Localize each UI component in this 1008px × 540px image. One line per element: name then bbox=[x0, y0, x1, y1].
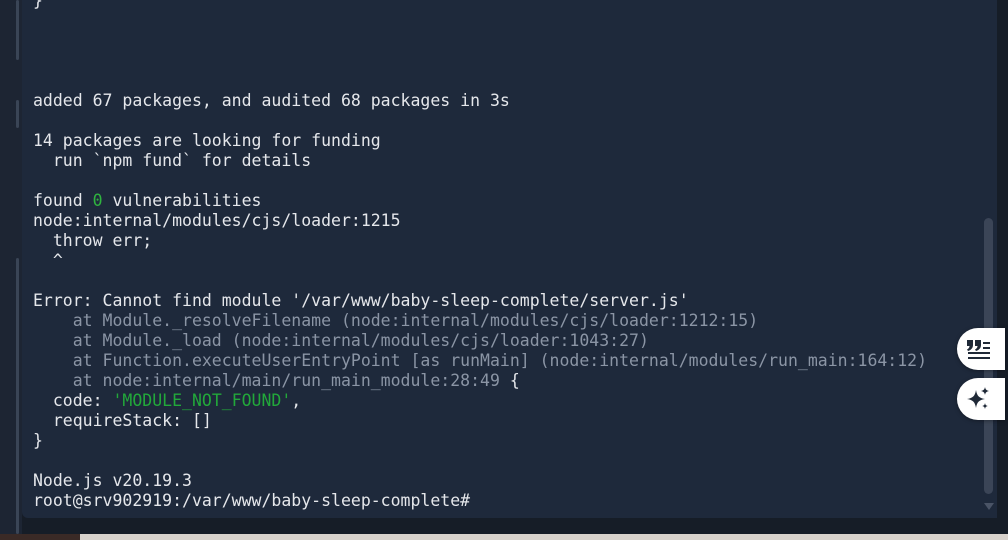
terminal-text: vulnerabilities bbox=[102, 191, 262, 210]
reader-mode-icon bbox=[967, 340, 990, 359]
terminal-text: found bbox=[33, 191, 93, 210]
shell-prompt: root@srv902919:/var/www/baby-sleep-compl… bbox=[33, 491, 471, 510]
terminal-line: Node.js v20.19.3 bbox=[33, 471, 192, 490]
terminal-line: } bbox=[33, 431, 43, 450]
taskbar-edge-dark bbox=[0, 534, 80, 540]
scroll-down-arrow-icon[interactable] bbox=[984, 503, 994, 510]
ai-sparkle-icon bbox=[967, 387, 989, 409]
terminal-line: throw err; bbox=[33, 231, 153, 250]
gutter-mark bbox=[16, 0, 19, 60]
terminal-line: 14 packages are looking for funding bbox=[33, 131, 381, 150]
terminal-line: ^ bbox=[33, 251, 63, 270]
vulnerability-count: 0 bbox=[92, 191, 103, 210]
reader-mode-button[interactable] bbox=[957, 328, 1005, 370]
stack-trace-line: at node:internal/main/run_main_module:28… bbox=[33, 371, 927, 391]
stack-trace-line: at Module._load (node:internal/modules/c… bbox=[33, 331, 649, 350]
terminal-lines: } added 67 packages, and audited 68 packa… bbox=[33, 0, 927, 511]
left-gutter bbox=[0, 0, 22, 540]
stack-trace-line: at Module._resolveFilename (node:interna… bbox=[33, 311, 759, 330]
terminal-line: added 67 packages, and audited 68 packag… bbox=[33, 91, 510, 110]
terminal-text: code: bbox=[33, 391, 113, 410]
vertical-scrollbar[interactable] bbox=[981, 0, 995, 518]
terminal-output[interactable]: } added 67 packages, and audited 68 packa… bbox=[22, 0, 997, 518]
stack-trace-line: at Function.executeUserEntryPoint [as ru… bbox=[33, 351, 928, 370]
terminal-text: { bbox=[499, 371, 520, 390]
terminal-line: found 0 vulnerabilities bbox=[33, 191, 927, 211]
ai-assistant-button[interactable] bbox=[957, 378, 1005, 420]
terminal-line: code: 'MODULE_NOT_FOUND', bbox=[33, 391, 927, 411]
terminal-line: run `npm fund` for details bbox=[33, 151, 312, 170]
terminal-text: , bbox=[291, 391, 302, 410]
terminal-line: node:internal/modules/cjs/loader:1215 bbox=[33, 211, 401, 230]
error-code-string: 'MODULE_NOT_FOUND' bbox=[112, 391, 292, 410]
gutter-mark bbox=[16, 258, 19, 534]
terminal-line: requireStack: [] bbox=[33, 411, 212, 430]
gutter-mark bbox=[16, 100, 19, 128]
error-message-line: Error: Cannot find module '/var/www/baby… bbox=[33, 291, 689, 310]
terminal-text: at node:internal/main/run_main_module:28… bbox=[33, 371, 500, 390]
terminal-line: } bbox=[33, 0, 43, 10]
taskbar-edge bbox=[0, 534, 1008, 540]
